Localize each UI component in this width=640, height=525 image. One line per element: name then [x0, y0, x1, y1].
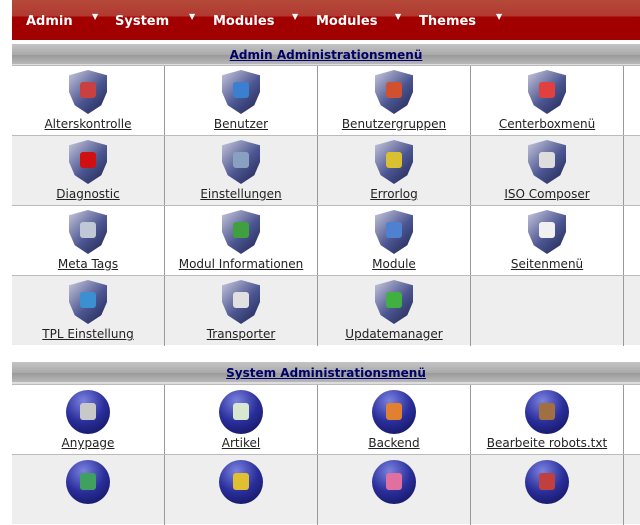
menu-link[interactable]: Modul Informationen: [165, 257, 317, 271]
robot-spider-icon[interactable]: [525, 390, 569, 434]
admin-section-header: Admin Administrationsmenü: [12, 44, 640, 66]
dropdown-arrow-icon[interactable]: ▼: [292, 12, 298, 21]
system-icon-8[interactable]: [525, 460, 569, 504]
empty-cell: [471, 276, 624, 346]
menu-link[interactable]: Centerboxmenü: [471, 117, 623, 131]
menu-tile: Module: [318, 206, 471, 276]
menu-link[interactable]: Seitenmenü: [471, 257, 623, 271]
menu-row: TPL Einstellung Transporter Updatemanager: [12, 275, 640, 346]
nav-menu-admin[interactable]: Admin: [26, 14, 73, 29]
settings-icon[interactable]: [222, 140, 260, 184]
empty-cell: [624, 276, 640, 346]
menu-link[interactable]: Artikel: [165, 436, 317, 450]
menu-tile: Anypage: [12, 385, 165, 455]
page-menu-icon[interactable]: [528, 210, 566, 254]
empty-cell: [624, 455, 640, 525]
menu-row: Diagnostic Einstellungen Errorlog ISO Compo…: [12, 135, 640, 206]
menu-link[interactable]: Benutzer: [165, 117, 317, 131]
menu-tile: Errorlog: [318, 136, 471, 206]
menu-link[interactable]: Anypage: [12, 436, 164, 450]
empty-cell: [624, 66, 640, 136]
truck-icon[interactable]: [222, 280, 260, 324]
menu-tile: Artikel: [165, 385, 318, 455]
menu-link[interactable]: Transporter: [165, 327, 317, 341]
article-icon[interactable]: [219, 390, 263, 434]
centerbox-icon[interactable]: [528, 70, 566, 114]
menu-link[interactable]: Updatemanager: [318, 327, 470, 341]
menu-link[interactable]: Errorlog: [318, 187, 470, 201]
menu-tile: [471, 455, 624, 525]
menu-tile: Benutzergruppen: [318, 66, 471, 136]
user-group-icon[interactable]: [375, 70, 413, 114]
menu-row: Meta Tags Modul Informationen Module Seiten…: [12, 205, 640, 276]
menu-tile: [318, 455, 471, 525]
nav-menu-modules[interactable]: Modules: [316, 14, 377, 29]
update-icon[interactable]: [375, 280, 413, 324]
dropdown-arrow-icon[interactable]: ▼: [189, 12, 195, 21]
system-icon-7[interactable]: [372, 460, 416, 504]
menu-tile: Seitenmenü: [471, 206, 624, 276]
menu-link[interactable]: Bearbeite robots.txt: [471, 436, 623, 450]
menu-link[interactable]: Alterskontrolle: [12, 117, 164, 131]
menu-row: Alterskontrolle Benutzer Benutzergruppen Ce…: [12, 65, 640, 136]
rss-icon[interactable]: [372, 390, 416, 434]
menu-row: [12, 454, 640, 525]
menu-tile: Einstellungen: [165, 136, 318, 206]
template-icon[interactable]: [69, 280, 107, 324]
menu-tile: Alterskontrolle: [12, 66, 165, 136]
menu-tile: Diagnostic: [12, 136, 165, 206]
empty-cell: [624, 206, 640, 276]
menu-tile: Transporter: [165, 276, 318, 346]
menu-tile: Bearbeite robots.txt: [471, 385, 624, 455]
main-menu-bar: Admin ▼ System ▼ Modules ▼ Modules ▼ Themes ▼: [12, 0, 640, 40]
menu-tile: Backend: [318, 385, 471, 455]
errorlog-icon[interactable]: [375, 140, 413, 184]
nav-menu-system[interactable]: System: [115, 14, 169, 29]
nav-menu-modules[interactable]: Modules: [213, 14, 274, 29]
empty-cell: [624, 136, 640, 206]
system-section-title-link[interactable]: System Administrationsmenü: [226, 366, 426, 380]
menu-link[interactable]: Diagnostic: [12, 187, 164, 201]
menu-tile: ISO Composer: [471, 136, 624, 206]
dropdown-arrow-icon[interactable]: ▼: [395, 12, 401, 21]
menu-link[interactable]: Backend: [318, 436, 470, 450]
menu-link[interactable]: Module: [318, 257, 470, 271]
menu-link[interactable]: Einstellungen: [165, 187, 317, 201]
menu-tile: Centerboxmenü: [471, 66, 624, 136]
diagnostic-icon[interactable]: [69, 140, 107, 184]
nav-menu-themes[interactable]: Themes: [419, 14, 476, 29]
module-icon[interactable]: [375, 210, 413, 254]
user-icon[interactable]: [222, 70, 260, 114]
menu-tile: Modul Informationen: [165, 206, 318, 276]
cd-icon[interactable]: [528, 140, 566, 184]
system-section-header: System Administrationsmenü: [12, 362, 640, 384]
meta-tags-icon[interactable]: [69, 210, 107, 254]
anypage-icon[interactable]: [66, 390, 110, 434]
info-icon[interactable]: [222, 210, 260, 254]
empty-cell: [624, 385, 640, 455]
menu-tile: TPL Einstellung: [12, 276, 165, 346]
system-icon-5[interactable]: [66, 460, 110, 504]
system-icon-6[interactable]: [219, 460, 263, 504]
menu-link[interactable]: Meta Tags: [12, 257, 164, 271]
menu-link[interactable]: ISO Composer: [471, 187, 623, 201]
menu-tile: Benutzer: [165, 66, 318, 136]
menu-link[interactable]: TPL Einstellung: [12, 327, 164, 341]
admin-section-title-link[interactable]: Admin Administrationsmenü: [230, 48, 423, 62]
dropdown-arrow-icon[interactable]: ▼: [92, 12, 98, 21]
menu-link[interactable]: Benutzergruppen: [318, 117, 470, 131]
menu-row: Anypage Artikel Backend Bearbeite robots.tx…: [12, 384, 640, 455]
menu-tile: Updatemanager: [318, 276, 471, 346]
dropdown-arrow-icon[interactable]: ▼: [496, 12, 502, 21]
menu-tile: [165, 455, 318, 525]
age-control-icon[interactable]: [69, 70, 107, 114]
menu-tile: [12, 455, 165, 525]
menu-tile: Meta Tags: [12, 206, 165, 276]
